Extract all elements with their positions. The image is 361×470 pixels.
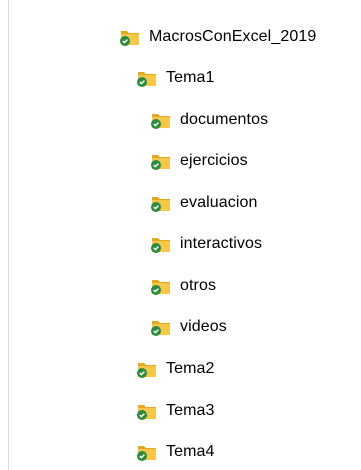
- folder-synced-icon: [150, 110, 172, 130]
- tree-item-otros[interactable]: otros: [150, 271, 216, 301]
- folder-synced-icon: [150, 193, 172, 213]
- folder-synced-icon: [119, 27, 141, 47]
- folder-synced-icon: [136, 68, 158, 88]
- tree-item-label: Tema3: [166, 402, 215, 419]
- tree-item-tema3[interactable]: Tema3: [136, 396, 215, 426]
- tree-item-root[interactable]: MacrosConExcel_2019: [119, 22, 316, 52]
- folder-synced-icon: [136, 401, 158, 421]
- tree-item-label: videos: [180, 318, 227, 335]
- folder-synced-icon: [150, 151, 172, 171]
- tree-item-evaluacion[interactable]: evaluacion: [150, 188, 258, 218]
- tree-item-videos[interactable]: videos: [150, 312, 227, 342]
- folder-synced-icon: [150, 234, 172, 254]
- tree-item-tema2[interactable]: Tema2: [136, 354, 215, 384]
- tree-item-tema1[interactable]: Tema1: [136, 63, 215, 93]
- tree-item-label: Tema1: [166, 69, 215, 86]
- tree-item-label: MacrosConExcel_2019: [149, 28, 317, 45]
- folder-synced-icon: [136, 359, 158, 379]
- folder-synced-icon: [136, 442, 158, 462]
- tree-item-label: evaluacion: [180, 194, 258, 211]
- tree-item-interactivos[interactable]: interactivos: [150, 229, 262, 259]
- folder-synced-icon: [150, 276, 172, 296]
- tree-item-label: documentos: [180, 111, 269, 128]
- tree-item-label: otros: [180, 277, 217, 294]
- tree-item-tema4[interactable]: Tema4: [136, 437, 215, 467]
- pane-divider: [8, 0, 9, 470]
- tree-item-documentos[interactable]: documentos: [150, 105, 268, 135]
- tree-item-label: Tema2: [166, 360, 215, 377]
- folder-synced-icon: [150, 317, 172, 337]
- tree-item-label: ejercicios: [180, 152, 248, 169]
- tree-item-ejercicios[interactable]: ejercicios: [150, 146, 248, 176]
- tree-item-label: interactivos: [180, 235, 263, 252]
- tree-item-label: Tema4: [166, 443, 215, 460]
